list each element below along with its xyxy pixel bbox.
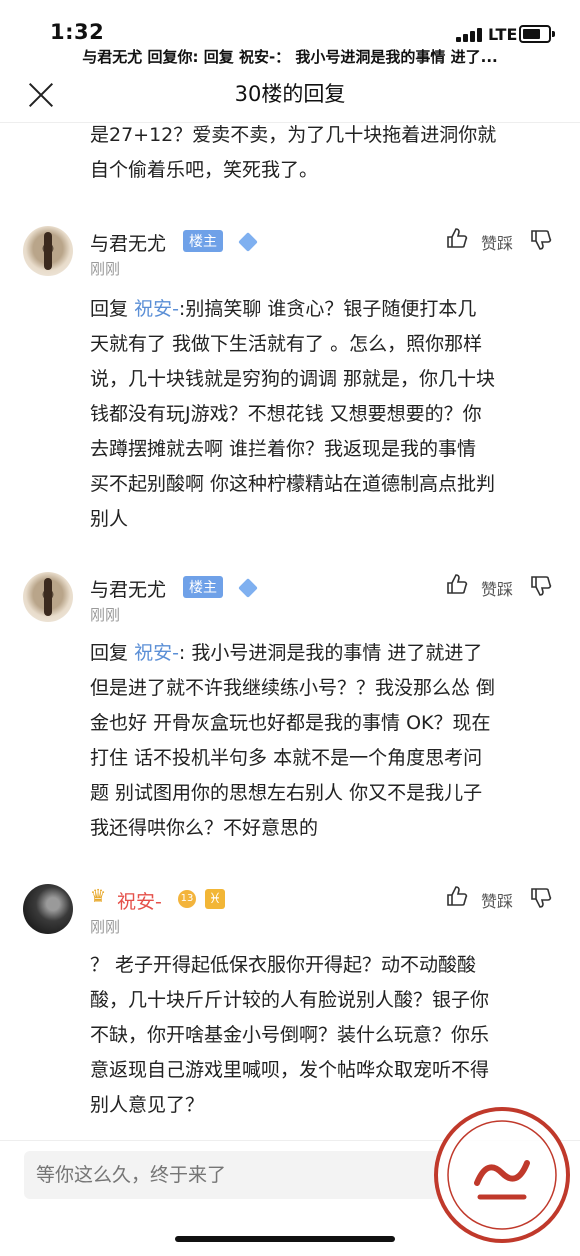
reply-prefix: 回复 [90,298,129,320]
previous-post-text: 是27+12？爱卖不卖，为了几十块拖着进洞你就 自个偷着乐吧，笑死我了。 [90,118,560,188]
post-body: ？ 老子开得起低保衣服你开得起？动不动酸酸 酸，几十块斤斤计较的人有脸说别人酸？… [90,948,560,1123]
post-time: 刚刚 [90,918,121,936]
reply-to-link[interactable]: 祝安- [134,642,179,664]
header: 30楼的回复 [0,70,580,123]
author-name[interactable]: 与君无尤 [90,229,166,256]
like-dislike-label: 赞踩 [481,580,514,599]
text-line: 买不起别酸啊 你这种柠檬精站在道德制高点批判 [90,473,496,495]
text-line: ？ 老子开得起低保衣服你开得起？动不动酸酸 [90,954,477,976]
network-label: LTE [488,25,518,44]
thumbs-down-icon[interactable] [530,888,552,908]
text-segment: :别搞笑聊 谁贪心？银子随便打本几 [178,298,477,320]
text-line: 回复 祝安-:别搞笑聊 谁贪心？银子随便打本几 [90,292,560,327]
reply-to-link[interactable]: 祝安- [134,298,179,320]
author-name[interactable]: 与君无尤 [90,575,166,602]
post-time: 刚刚 [90,606,121,624]
reply-input[interactable] [24,1151,444,1199]
text-line: 自个偷着乐吧，笑死我了。 [90,159,319,181]
avatar[interactable] [23,572,73,622]
page-title: 30楼的回复 [234,82,346,106]
text-line: 天就有了 我做下生活就有了 。怎么，照你那样 [90,333,483,355]
thumbs-up-icon[interactable] [446,574,468,594]
status-bar: 1:32 LTE [0,0,580,46]
text-line: 别人 [90,508,129,530]
notification-banner[interactable]: 与君无尤 回复你: 回复 祝安-： 我小号进洞是我的事情 进了... [0,46,580,70]
text-line: 我还得哄你么？不好意思的 [90,817,319,839]
zodiac-icon: ♓ [205,889,225,909]
text-line: 说，几十块钱就是穷狗的调调 那就是，你几十块 [90,368,496,390]
author-name[interactable]: 祝安- [117,887,162,914]
avatar[interactable] [23,884,73,934]
post-time: 刚刚 [90,260,121,278]
text-line: 打住 话不投机半句多 本就不是一个角度思考问 [90,747,483,769]
text-line: 钱都没有玩J游戏？不想花钱 又想要想要的？你 [90,403,482,425]
op-badge: 楼主 [183,576,223,598]
level-badge: 13 [178,890,196,908]
text-line: 意返现自己游戏里喊呗，发个帖哗众取宠听不得 [90,1059,490,1081]
text-line: 酸，几十块斤斤计较的人有脸说别人酸？银子你 [90,989,490,1011]
text-line: 是27+12？爱卖不卖，为了几十块拖着进洞你就 [90,124,497,146]
battery-icon [519,25,555,43]
op-badge: 楼主 [183,230,223,252]
text-line: 但是进了就不许我继续练小号？？我没那么怂 倒 [90,677,496,699]
diamond-icon [238,232,258,252]
thumbs-up-icon[interactable] [446,886,468,906]
text-line: 金也好 开骨灰盒玩也好都是我的事情 OK？现在 [90,712,491,734]
like-dislike-label: 赞踩 [481,234,514,253]
avatar[interactable] [23,226,73,276]
post-body: 回复 祝安-:别搞笑聊 谁贪心？银子随便打本几 天就有了 我做下生活就有了 。怎… [90,292,560,537]
thumbs-down-icon[interactable] [530,230,552,250]
status-time: 1:32 [50,20,105,44]
thumbs-up-icon[interactable] [446,228,468,248]
signal-icon [456,26,486,42]
post-body: 回复 祝安-: 我小号进洞是我的事情 进了就进了 但是进了就不许我继续练小号？？… [90,636,560,846]
reply-prefix: 回复 [90,642,129,664]
text-line: 题 别试图用你的思想左右别人 你又不是我儿子 [90,782,483,804]
watermark-stamp [434,1107,570,1243]
text-line: 不缺，你开啥基金小号倒啊？装什么玩意？你乐 [90,1024,490,1046]
like-dislike-label: 赞踩 [481,892,514,911]
home-indicator[interactable] [175,1236,395,1242]
text-segment: : 我小号进洞是我的事情 进了就进了 [178,642,483,664]
diamond-icon [238,578,258,598]
crown-icon: ♛ [90,886,107,907]
text-line: 回复 祝安-: 我小号进洞是我的事情 进了就进了 [90,636,560,671]
thumbs-down-icon[interactable] [530,576,552,596]
text-line: 去蹲摆摊就去啊 谁拦着你？我返现是我的事情 [90,438,477,460]
